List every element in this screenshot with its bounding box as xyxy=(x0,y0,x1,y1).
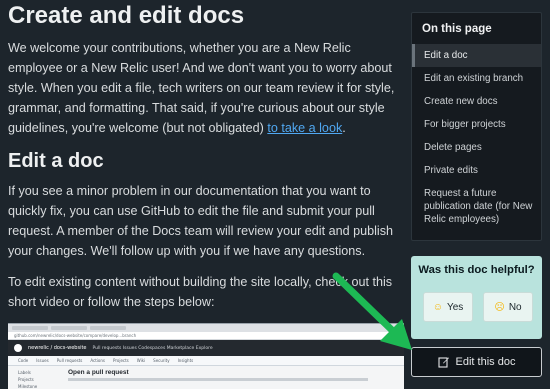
edit-icon xyxy=(437,356,450,368)
feedback-no-button[interactable]: ☹ No xyxy=(483,292,533,322)
feedback-buttons: ☺ Yes ☹ No xyxy=(423,292,533,322)
yes-label: Yes xyxy=(446,301,464,313)
edit-this-doc-button[interactable]: Edit this doc xyxy=(411,347,542,377)
pr-side-item: Labels xyxy=(18,370,31,375)
style-guide-link[interactable]: to take a look xyxy=(267,121,342,135)
github-repo-tabs: Code Issues Pull requests Actions Projec… xyxy=(8,356,404,366)
smile-icon: ☺ xyxy=(432,301,443,313)
repo-tab: Projects xyxy=(112,358,129,363)
edit-button-label: Edit this doc xyxy=(455,356,516,368)
intro-paragraph: We welcome your contributions, whether y… xyxy=(8,38,400,138)
repo-tab: Actions xyxy=(90,358,105,363)
repo-tab: Code xyxy=(18,358,29,363)
toc-item-delete-pages[interactable]: Delete pages xyxy=(412,136,541,159)
browser-tab-bar xyxy=(8,324,404,332)
feedback-box: Was this doc helpful? ☺ Yes ☹ No xyxy=(411,256,542,339)
page-title: Create and edit docs xyxy=(8,2,245,29)
github-pr-sidebar: Labels Projects Milestone xyxy=(18,370,54,389)
repo-tab: Security xyxy=(153,358,170,363)
on-this-page-nav: On this page Edit a doc Edit an existing… xyxy=(411,12,542,241)
repo-tab: Pull requests xyxy=(56,358,83,363)
toc-title: On this page xyxy=(422,23,492,35)
video-paragraph: To edit existing content without buildin… xyxy=(8,275,393,309)
browser-url-bar: github.com/newrelic/docs-website/compare… xyxy=(8,332,404,340)
feedback-yes-button[interactable]: ☺ Yes xyxy=(423,292,473,322)
intro-end: . xyxy=(342,121,346,135)
github-nav: Pull requests Issues Codespaces Marketpl… xyxy=(92,345,213,351)
pr-side-item: Milestone xyxy=(18,384,38,389)
toc-item-future-publication-date[interactable]: Request a future publication date (for N… xyxy=(412,182,541,231)
github-repo-name: newrelic / docs-website xyxy=(28,345,87,351)
repo-tab: Issues xyxy=(36,358,49,363)
repo-tab: Wiki xyxy=(136,358,146,363)
main-content: Create and edit docs We welcome your con… xyxy=(0,0,404,389)
toc-item-bigger-projects[interactable]: For bigger projects xyxy=(412,113,541,136)
pr-side-item: Projects xyxy=(18,377,34,382)
section-paragraph: If you see a minor problem in our docume… xyxy=(8,184,393,258)
toc-item-edit-existing-branch[interactable]: Edit an existing branch xyxy=(412,67,541,90)
github-pr-body: Labels Projects Milestone Open a pull re… xyxy=(8,366,404,389)
embedded-video-screenshot[interactable]: github.com/newrelic/docs-website/compare… xyxy=(8,323,404,389)
no-label: No xyxy=(508,301,522,313)
feedback-title: Was this doc helpful? xyxy=(418,264,535,276)
section-heading: Edit a doc xyxy=(8,150,104,172)
toc-item-create-new-docs[interactable]: Create new docs xyxy=(412,90,541,113)
pr-description-placeholder xyxy=(68,378,368,381)
browser-url-text: github.com/newrelic/docs-website/compare… xyxy=(14,333,137,338)
toc-item-private-edits[interactable]: Private edits xyxy=(412,159,541,182)
toc-item-edit-a-doc[interactable]: Edit a doc xyxy=(412,44,541,67)
github-header: newrelic / docs-website Pull requests Is… xyxy=(8,340,404,356)
frown-icon: ☹ xyxy=(494,301,505,313)
repo-tab: Insights xyxy=(177,358,194,363)
github-logo-icon xyxy=(14,344,22,352)
pr-title: Open a pull request xyxy=(68,369,129,376)
